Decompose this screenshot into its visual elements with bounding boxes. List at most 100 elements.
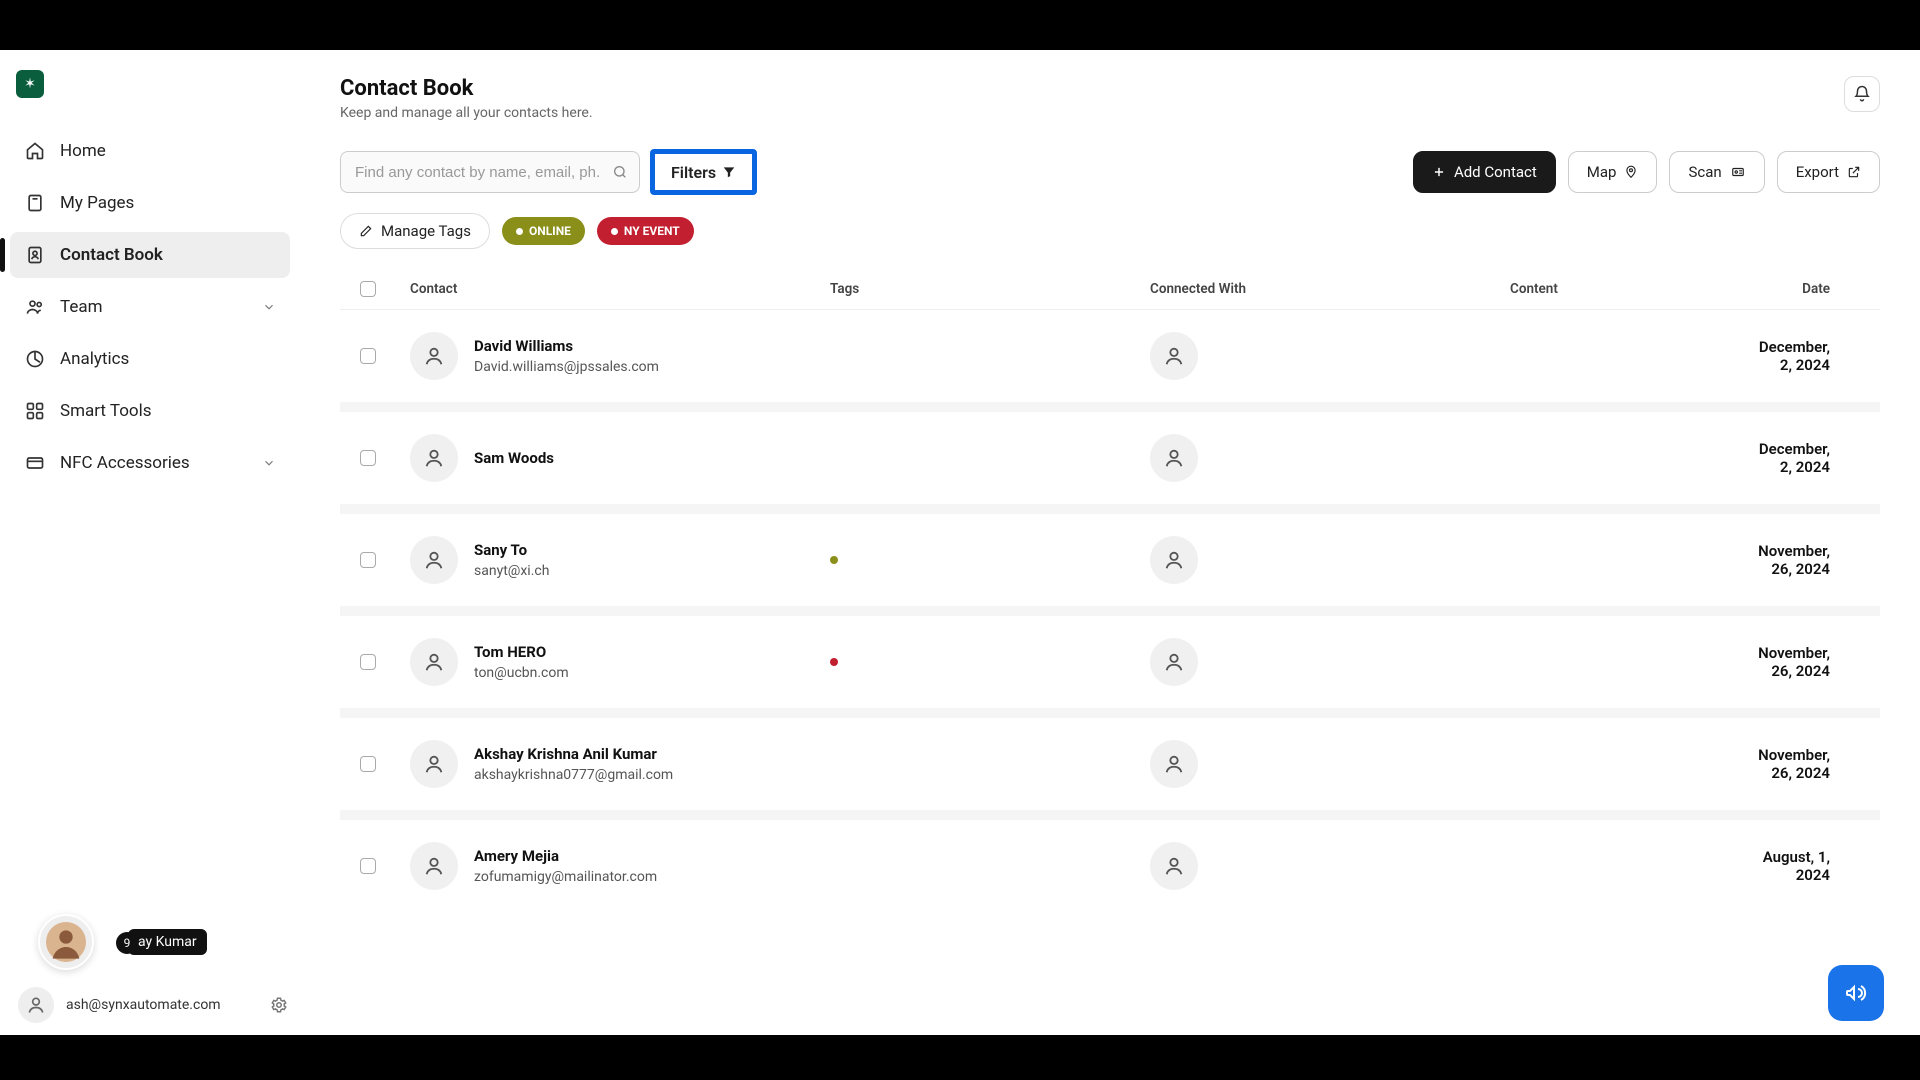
sidebar: ✶ Home My Pages Contact Book Team xyxy=(0,50,300,1035)
user-popover: 9 ay Kumar xyxy=(38,914,207,970)
row-date: August, 1, 2024 xyxy=(1745,848,1860,884)
external-link-icon xyxy=(1847,165,1861,179)
contact-avatar xyxy=(410,434,458,482)
sidebar-item-analytics[interactable]: Analytics xyxy=(10,336,290,382)
user-avatar-small xyxy=(18,987,54,1023)
manage-tags-button[interactable]: Manage Tags xyxy=(340,213,490,249)
sidebar-item-my-pages[interactable]: My Pages xyxy=(10,180,290,226)
page-title: Contact Book xyxy=(340,76,593,101)
sidebar-item-smart-tools[interactable]: Smart Tools xyxy=(10,388,290,434)
table-row[interactable]: Tom HERO ton@ucbn.com November, 26, 2024 xyxy=(340,616,1880,718)
contact-name: Akshay Krishna Anil Kumar xyxy=(474,745,673,763)
tag-dot-icon xyxy=(830,658,838,666)
row-checkbox[interactable] xyxy=(360,450,376,466)
letterbox-top xyxy=(0,0,1920,50)
contact-name: David Williams xyxy=(474,337,659,355)
pages-icon xyxy=(24,192,46,214)
contact-email: sanyt@xi.ch xyxy=(474,563,549,579)
column-connected: Connected With xyxy=(1150,281,1510,297)
letterbox-bottom xyxy=(0,1035,1920,1080)
plus-icon xyxy=(1432,165,1446,179)
page-subtitle: Keep and manage all your contacts here. xyxy=(340,105,593,121)
filters-label: Filters xyxy=(671,163,716,182)
sidebar-item-home[interactable]: Home xyxy=(10,128,290,174)
notifications-button[interactable] xyxy=(1844,76,1880,112)
current-user-row: ash@synxautomate.com xyxy=(18,987,288,1023)
pin-icon xyxy=(1624,165,1638,179)
row-date: December, 2, 2024 xyxy=(1745,338,1860,374)
connected-avatar xyxy=(1150,536,1198,584)
row-date: November, 26, 2024 xyxy=(1745,644,1860,680)
table-row[interactable]: Amery Mejia zofumamigy@mailinator.com Augu… xyxy=(340,820,1880,912)
connected-avatar xyxy=(1150,842,1198,890)
sidebar-item-team[interactable]: Team xyxy=(10,284,290,330)
connected-avatar xyxy=(1150,332,1198,380)
sidebar-label: Home xyxy=(60,141,106,161)
table-header: Contact Tags Connected With Content Date xyxy=(340,263,1880,310)
sidebar-item-contact-book[interactable]: Contact Book xyxy=(10,232,290,278)
scan-button[interactable]: Scan xyxy=(1669,151,1764,193)
brand-logo: ✶ xyxy=(16,70,44,98)
contact-email: David.williams@jpssales.com xyxy=(474,359,659,375)
contact-book-icon xyxy=(24,244,46,266)
funnel-icon xyxy=(722,165,736,179)
table-row[interactable]: Sany Tosanyt@xi.chNovember, 26, 2024 xyxy=(340,514,1880,616)
contact-email: zofumamigy@mailinator.com xyxy=(474,869,657,885)
connected-avatar xyxy=(1150,434,1198,482)
search-input[interactable] xyxy=(340,151,640,193)
row-checkbox[interactable] xyxy=(360,858,376,874)
contact-name: Amery Mejia xyxy=(474,847,657,865)
connected-avatar xyxy=(1150,740,1198,788)
row-checkbox[interactable] xyxy=(360,756,376,772)
table-row[interactable]: Akshay Krishna Anil Kumar akshaykrishna07… xyxy=(340,718,1880,820)
sidebar-label: My Pages xyxy=(60,193,134,213)
dot-icon xyxy=(611,228,618,235)
edit-icon xyxy=(359,224,373,238)
filters-button[interactable]: Filters xyxy=(650,149,757,195)
export-button[interactable]: Export xyxy=(1777,151,1880,193)
table-row[interactable]: David Williams David.williams@jpssales.co… xyxy=(340,310,1880,412)
search-icon xyxy=(612,164,628,180)
contact-email: akshaykrishna0777@gmail.com xyxy=(474,767,673,783)
row-checkbox[interactable] xyxy=(360,348,376,364)
table-row[interactable]: Sam Woods December, 2, 2024 xyxy=(340,412,1880,514)
row-checkbox[interactable] xyxy=(360,654,376,670)
sidebar-item-nfc-accessories[interactable]: NFC Accessories xyxy=(10,440,290,486)
row-date: December, 2, 2024 xyxy=(1745,440,1860,476)
column-contact: Contact xyxy=(410,281,830,297)
scan-label: Scan xyxy=(1688,163,1721,181)
row-date: November, 26, 2024 xyxy=(1745,542,1860,578)
contact-name: Sam Woods xyxy=(474,449,554,467)
sidebar-label: Contact Book xyxy=(60,245,163,265)
map-button[interactable]: Map xyxy=(1568,151,1658,193)
row-checkbox[interactable] xyxy=(360,552,376,568)
home-icon xyxy=(24,140,46,162)
contact-avatar xyxy=(410,536,458,584)
grid-icon xyxy=(24,400,46,422)
current-user-email: ash@synxautomate.com xyxy=(66,997,221,1013)
export-label: Export xyxy=(1796,163,1839,181)
add-contact-button[interactable]: Add Contact xyxy=(1413,151,1556,193)
sidebar-label: NFC Accessories xyxy=(60,453,190,473)
tag-online-label: ONLINE xyxy=(529,224,571,238)
tag-dot-icon xyxy=(830,556,838,564)
chevron-down-icon xyxy=(262,456,276,470)
announcement-fab[interactable] xyxy=(1828,965,1884,1021)
user-popover-avatar xyxy=(38,914,94,970)
settings-icon[interactable] xyxy=(270,996,288,1014)
contact-email: ton@ucbn.com xyxy=(474,665,569,681)
contact-name: Tom HERO xyxy=(474,643,569,661)
contact-avatar xyxy=(410,740,458,788)
tag-online[interactable]: ONLINE xyxy=(502,217,585,245)
map-label: Map xyxy=(1587,163,1617,181)
notification-badge: 9 xyxy=(116,932,138,954)
tag-ny-event[interactable]: NY EVENT xyxy=(597,217,694,245)
connected-avatar xyxy=(1150,638,1198,686)
dot-icon xyxy=(516,228,523,235)
contact-avatar xyxy=(410,638,458,686)
select-all-checkbox[interactable] xyxy=(360,281,376,297)
manage-tags-label: Manage Tags xyxy=(381,222,471,240)
analytics-icon xyxy=(24,348,46,370)
user-name-fragment: ay Kumar xyxy=(128,929,207,955)
sidebar-label: Analytics xyxy=(60,349,129,369)
